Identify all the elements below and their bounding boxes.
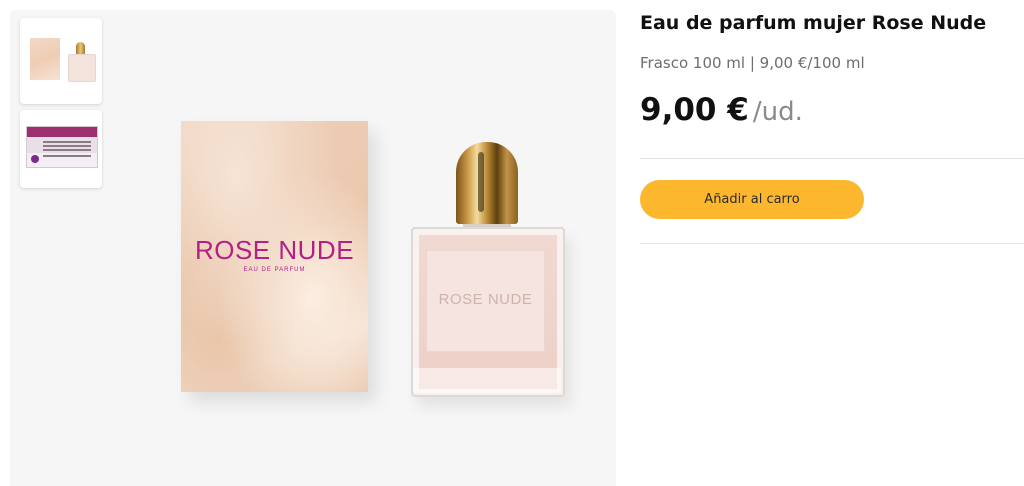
perfume-box-image: ROSE NUDE EAU DE PARFUM: [181, 121, 368, 392]
box-brand-text: ROSE NUDE: [194, 235, 355, 265]
bottle-base: [413, 368, 561, 393]
thumbnail-product-label[interactable]: [20, 110, 102, 188]
price-amount: 9,00 €: [640, 92, 749, 128]
box-subtitle-text: EAU DE PARFUM: [243, 267, 306, 273]
thumbnail-label-image: [26, 126, 98, 168]
product-price: 9,00 €/ud.: [640, 92, 803, 128]
bottle-cap: [456, 142, 518, 224]
thumbnail-product-front[interactable]: [20, 18, 102, 104]
divider-bottom: [640, 243, 1024, 244]
bottle-label: ROSE NUDE: [426, 250, 545, 352]
divider-top: [640, 158, 1024, 159]
product-title: Eau de parfum mujer Rose Nude: [640, 12, 987, 34]
add-to-cart-button[interactable]: Añadir al carro: [640, 180, 864, 219]
product-size-info: Frasco 100 ml | 9,00 €/100 ml: [640, 54, 865, 72]
thumbnail-bottle-image: [68, 54, 96, 82]
price-unit: /ud.: [752, 97, 803, 127]
thumbnail-box-image: [30, 38, 60, 80]
bottle-cap-highlight: [478, 152, 484, 212]
bottle-brand-text: ROSE NUDE: [438, 291, 533, 308]
thumbnail-list: [20, 18, 108, 194]
